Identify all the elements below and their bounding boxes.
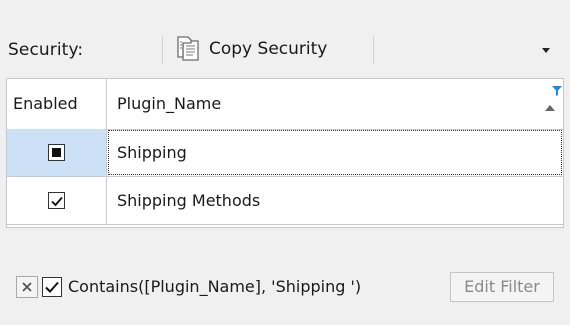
enabled-checkbox[interactable] <box>48 192 65 209</box>
toolbar-separator <box>162 36 163 64</box>
copy-security-label: Copy Security <box>209 39 328 59</box>
edit-filter-button[interactable]: Edit Filter <box>450 272 554 302</box>
enabled-cell[interactable] <box>7 129 107 176</box>
checkmark-icon <box>45 281 59 293</box>
dropdown-arrow-icon[interactable] <box>542 48 550 53</box>
toolbar-separator <box>373 36 374 64</box>
filter-funnel-icon[interactable] <box>552 85 562 97</box>
table-row[interactable]: Shipping Methods <box>7 177 563 225</box>
sort-ascending-icon[interactable] <box>545 105 555 111</box>
close-x-icon <box>22 282 32 292</box>
table-row[interactable]: Shipping <box>7 129 563 177</box>
security-label: Security: <box>8 40 84 60</box>
plugins-grid: Enabled Plugin_Name Shipping Shipping Me… <box>6 78 564 228</box>
column-header-enabled[interactable]: Enabled <box>7 79 107 129</box>
grid-header: Enabled Plugin_Name <box>7 79 563 130</box>
enabled-checkbox[interactable] <box>48 144 65 161</box>
filter-expression: Contains([Plugin_Name], 'Shipping ') <box>68 277 362 296</box>
column-header-plugin-name[interactable]: Plugin_Name <box>107 79 563 129</box>
copy-security-button[interactable]: Copy Security <box>171 32 335 66</box>
filter-panel: Contains([Plugin_Name], 'Shipping ') Edi… <box>6 265 564 311</box>
filter-enable-checkbox[interactable] <box>42 277 62 297</box>
plugin-name-cell[interactable]: Shipping Methods <box>107 177 563 224</box>
enabled-cell[interactable] <box>7 177 107 224</box>
clear-filter-button[interactable] <box>16 276 38 298</box>
copy-document-icon <box>175 35 201 63</box>
checkmark-icon <box>51 196 63 207</box>
plugin-name-cell[interactable]: Shipping <box>107 129 563 176</box>
security-toolbar: Security: Copy Security <box>0 28 570 72</box>
